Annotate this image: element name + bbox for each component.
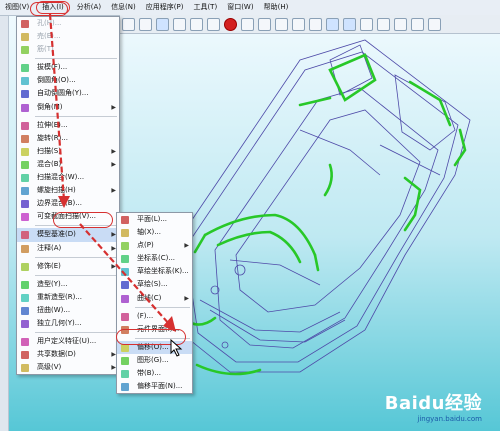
watermark-url: jingyan.baidu.com	[417, 415, 482, 423]
watermark-brand: Baidu经验	[384, 393, 482, 414]
mouse-cursor-icon	[170, 339, 183, 357]
annotation-arrows	[48, 13, 176, 332]
baidu-watermark: Baidu经验 jingyan.baidu.com	[385, 389, 482, 423]
